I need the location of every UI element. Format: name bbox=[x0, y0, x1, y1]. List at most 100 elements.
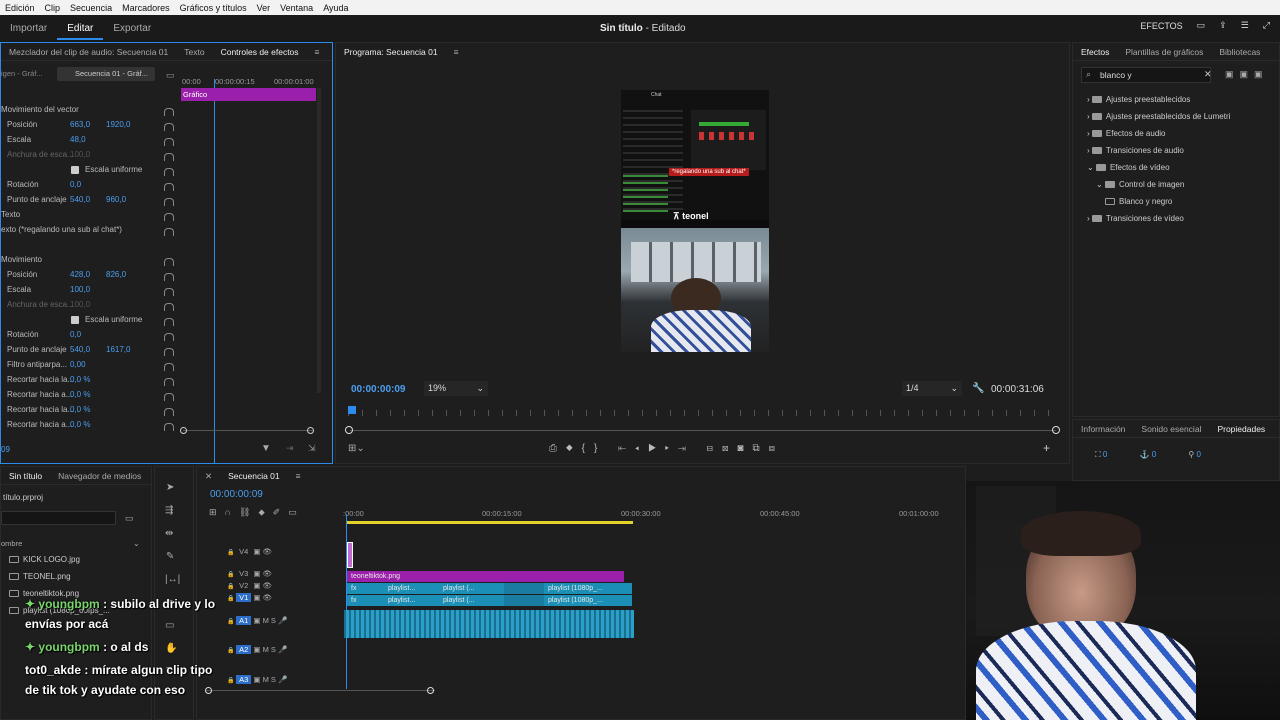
reset-icon[interactable] bbox=[164, 213, 174, 221]
program-menu-icon[interactable]: ≡ bbox=[446, 47, 467, 57]
zoom-handle-left[interactable] bbox=[180, 427, 187, 434]
tab-sonido-esencial[interactable]: Sonido esencial bbox=[1133, 424, 1209, 434]
v1-clip[interactable] bbox=[504, 595, 544, 606]
project-item[interactable]: TEONEL.png bbox=[9, 572, 71, 581]
position-icon[interactable]: ⚲ bbox=[1188, 450, 1194, 459]
v2-clip[interactable] bbox=[504, 583, 544, 594]
a1-audio-clip[interactable] bbox=[344, 610, 634, 638]
menu-graficos[interactable]: Gráficos y títulos bbox=[175, 3, 252, 13]
close-icon[interactable]: ✕ bbox=[197, 471, 220, 482]
reset-icon[interactable] bbox=[164, 348, 174, 356]
reset-icon[interactable] bbox=[164, 408, 174, 416]
effect-timecode[interactable]: 09 bbox=[1, 445, 10, 454]
zoom-track[interactable] bbox=[183, 430, 313, 431]
video-frame[interactable]: Chat *regalando una sub al chat* ⊼ teone… bbox=[621, 90, 769, 352]
tab-exportar[interactable]: Exportar bbox=[103, 23, 161, 34]
reset-icon[interactable] bbox=[164, 273, 174, 281]
info-value[interactable]: 0 bbox=[1103, 450, 1107, 459]
panel-toggle-icon[interactable]: ▭ bbox=[1197, 20, 1206, 31]
quality-select[interactable]: 1/4 ⌄ bbox=[902, 381, 962, 396]
v2-clip[interactable]: playlist (1080p_... bbox=[544, 583, 632, 594]
effect-value[interactable]: 48,0 bbox=[70, 135, 86, 144]
reset-icon[interactable] bbox=[164, 138, 174, 146]
effect-value[interactable]: 1920,0 bbox=[106, 120, 130, 129]
video-track-controls[interactable]: ▣ 👁 bbox=[251, 593, 272, 602]
program-title[interactable]: Programa: Secuencia 01 bbox=[336, 47, 446, 57]
timeline-scroll[interactable] bbox=[205, 690, 435, 691]
settings-icon[interactable]: ⊞⌄ bbox=[348, 443, 365, 454]
transport-controls[interactable]: ⎙⬥{} ⇤◂▶▸⇥ ⊟⊠◙⧉⧈ bbox=[549, 443, 784, 454]
tab-plantillas[interactable]: Plantillas de gráficos bbox=[1117, 47, 1211, 57]
effects-tree-item[interactable]: › Transiciones de audio bbox=[1087, 146, 1184, 155]
step-forward-icon[interactable]: ▸ bbox=[665, 443, 678, 454]
marker-icon[interactable]: ⬥ bbox=[258, 507, 272, 517]
effect-value[interactable]: 100,0 bbox=[70, 285, 90, 294]
effect-value[interactable]: 0,0 bbox=[70, 330, 81, 339]
effect-value[interactable]: 0,00 bbox=[70, 360, 86, 369]
lock-icon[interactable]: 🔒 bbox=[227, 550, 236, 556]
reset-icon[interactable] bbox=[164, 258, 174, 266]
tab-project[interactable]: Sin título bbox=[1, 471, 50, 481]
clear-search-icon[interactable]: ✕ bbox=[1204, 69, 1212, 80]
info-value[interactable]: 0 bbox=[1152, 450, 1156, 459]
hand-icon[interactable]: ✋ bbox=[165, 643, 177, 654]
reset-icon[interactable] bbox=[164, 423, 174, 431]
v4-clip[interactable] bbox=[347, 542, 353, 568]
program-playhead[interactable] bbox=[348, 406, 356, 414]
reset-icon[interactable] bbox=[164, 378, 174, 386]
lift-icon[interactable]: ⎙ bbox=[549, 443, 566, 454]
add-button-icon[interactable]: + bbox=[1043, 441, 1050, 455]
timeline-tools[interactable]: ⊞∩⛓⬥✐▭ bbox=[209, 507, 305, 518]
effect-value[interactable]: 960,0 bbox=[106, 195, 126, 204]
wrench-icon[interactable]: 🔧 bbox=[972, 383, 984, 394]
program-scroll[interactable] bbox=[350, 430, 1056, 431]
export-icon[interactable]: ⇥ bbox=[286, 443, 294, 454]
slip-icon[interactable]: |↔| bbox=[165, 574, 180, 585]
selection-tool-icon[interactable]: ➤ bbox=[166, 482, 174, 493]
effects-workspace-label[interactable]: EFECTOS bbox=[1140, 21, 1182, 31]
rectangle-icon[interactable]: ▭ bbox=[165, 620, 174, 631]
v1-clip[interactable]: fx bbox=[347, 595, 384, 606]
project-item[interactable]: KICK LOGO.jpg bbox=[9, 555, 80, 564]
effects-tree-item[interactable]: › Efectos de audio bbox=[1087, 129, 1166, 138]
effects-tree-item[interactable]: › Ajustes preestablecidos de Lumetri bbox=[1087, 112, 1230, 121]
effect-value[interactable]: 540,0 bbox=[70, 195, 90, 204]
tab-audio-mixer[interactable]: Mezclador del clip de audio: Secuencia 0… bbox=[1, 47, 176, 57]
work-area-bar[interactable] bbox=[347, 521, 633, 524]
tab-efectos[interactable]: Efectos bbox=[1073, 47, 1117, 57]
track-select-icon[interactable]: ⇶ bbox=[165, 505, 173, 516]
snap-icon[interactable]: ∩ bbox=[225, 507, 239, 517]
share-icon[interactable]: ⇪ bbox=[1219, 20, 1227, 31]
reset-icon[interactable] bbox=[164, 123, 174, 131]
linked-icon[interactable]: ⛓ bbox=[239, 507, 258, 517]
timeline-scroll-left[interactable] bbox=[205, 687, 212, 694]
track-label[interactable]: A3 bbox=[236, 675, 252, 684]
program-ruler[interactable] bbox=[348, 410, 1056, 416]
camera-icon[interactable]: ◙ bbox=[737, 443, 752, 454]
zoom-handle-right[interactable] bbox=[307, 427, 314, 434]
effect-playhead[interactable] bbox=[214, 79, 215, 464]
effects-tree-item[interactable]: ⌄ Control de imagen bbox=[1096, 180, 1184, 189]
tab-importar[interactable]: Importar bbox=[0, 23, 57, 34]
program-timecode[interactable]: 00:00:00:09 bbox=[351, 384, 405, 395]
timeline-timecode[interactable]: 00:00:00:09 bbox=[210, 489, 263, 500]
chevron-down-icon[interactable]: ⌄ bbox=[1087, 163, 1096, 172]
menu-clip[interactable]: Clip bbox=[40, 3, 66, 13]
insert-icon[interactable]: ⊟ bbox=[707, 443, 722, 454]
effects-tree-item[interactable]: › Transiciones de vídeo bbox=[1087, 214, 1184, 223]
export-frame-icon[interactable]: ⇲ bbox=[308, 443, 316, 454]
effect-scrollbar[interactable] bbox=[317, 88, 321, 393]
track-label[interactable]: V1 bbox=[236, 593, 252, 602]
menu-ventana[interactable]: Ventana bbox=[275, 3, 318, 13]
lock-icon[interactable]: 🔒 bbox=[227, 678, 236, 684]
video-track-controls[interactable]: ▣ 👁 bbox=[251, 581, 272, 590]
audio-track-controls[interactable]: ▣ M S 🎤 bbox=[251, 645, 287, 654]
effect-value[interactable]: 826,0 bbox=[106, 270, 126, 279]
lock-icon[interactable]: 🔒 bbox=[227, 596, 236, 602]
effects-tree-item[interactable]: › Ajustes preestablecidos bbox=[1087, 95, 1190, 104]
track-label[interactable]: A1 bbox=[236, 616, 252, 625]
tab-media-browser[interactable]: Navegador de medios bbox=[50, 471, 149, 481]
menu-ayuda[interactable]: Ayuda bbox=[318, 3, 353, 13]
trim-icon[interactable]: ⧈ bbox=[769, 443, 784, 454]
effect-value[interactable]: 540,0 bbox=[70, 345, 90, 354]
